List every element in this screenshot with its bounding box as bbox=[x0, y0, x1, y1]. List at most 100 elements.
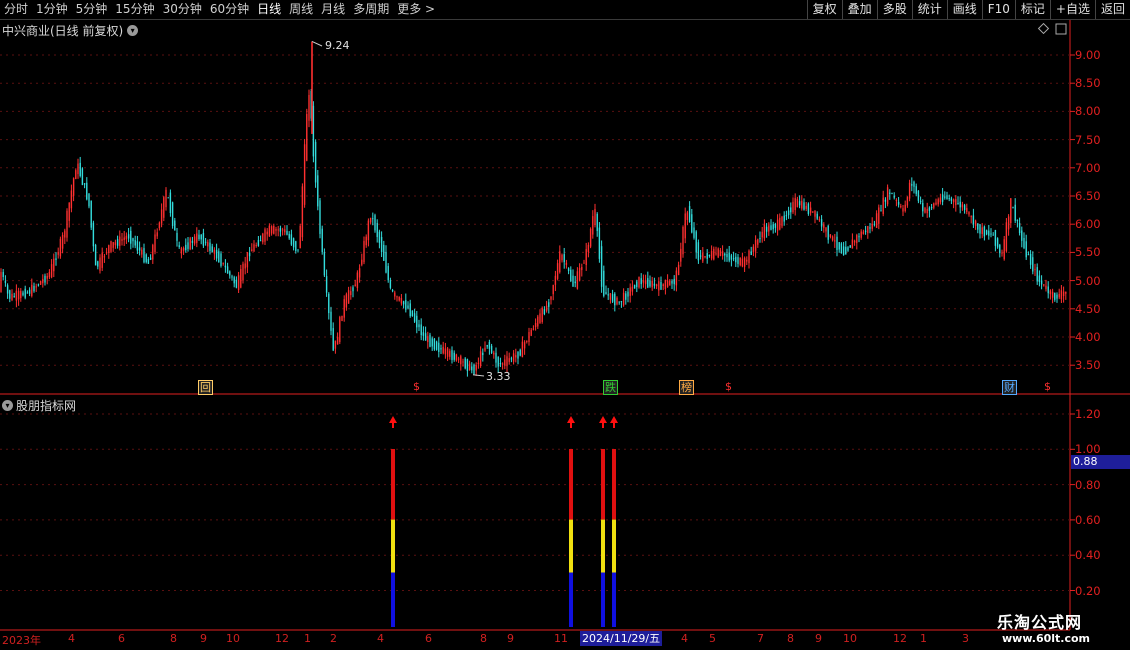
candle-body bbox=[92, 222, 95, 247]
candle-body bbox=[312, 105, 315, 157]
event-badge[interactable]: 回 bbox=[198, 380, 213, 395]
candle-body bbox=[541, 307, 543, 322]
year-label: 2023年 bbox=[2, 634, 41, 647]
candle-body bbox=[387, 266, 389, 281]
candle-body bbox=[218, 251, 220, 263]
candle-body bbox=[809, 207, 812, 213]
candle-body bbox=[374, 215, 376, 231]
candle-body bbox=[22, 292, 24, 296]
chevron-down-icon[interactable]: ▾ bbox=[2, 400, 13, 411]
candle-body bbox=[818, 219, 821, 221]
event-badge[interactable]: 跌 bbox=[603, 380, 618, 395]
candle-body bbox=[125, 235, 128, 240]
candle-body bbox=[130, 230, 132, 244]
candle-body bbox=[770, 225, 772, 230]
event-badge[interactable]: 财 bbox=[1002, 380, 1017, 395]
candle-body bbox=[1025, 241, 1027, 258]
candle-body bbox=[244, 263, 246, 269]
candle-body bbox=[581, 267, 583, 271]
candle-body bbox=[286, 230, 288, 235]
candle-body bbox=[565, 262, 568, 265]
candle-body bbox=[420, 324, 422, 336]
candle-body bbox=[935, 202, 937, 205]
candle-body bbox=[902, 208, 904, 212]
candle-body bbox=[653, 283, 656, 286]
candle-body bbox=[829, 234, 832, 238]
candle-body bbox=[453, 352, 455, 360]
candle-body bbox=[391, 290, 394, 292]
candle-body bbox=[893, 195, 895, 198]
candle-body bbox=[103, 256, 106, 258]
candle-body bbox=[94, 244, 97, 266]
candle-body bbox=[578, 267, 581, 281]
candle-body bbox=[341, 315, 343, 321]
candle-body bbox=[686, 212, 689, 220]
candle-body bbox=[944, 196, 946, 198]
candle-body bbox=[1012, 207, 1014, 209]
candle-body bbox=[141, 249, 143, 255]
candle-body bbox=[724, 253, 726, 256]
candle-body bbox=[189, 238, 191, 250]
candle-body bbox=[323, 251, 326, 276]
candle-body bbox=[570, 269, 572, 281]
candle-body bbox=[792, 201, 794, 213]
candle-body bbox=[242, 263, 244, 281]
candle-body bbox=[55, 258, 57, 260]
candle-body bbox=[774, 224, 777, 228]
candle-body bbox=[1018, 223, 1021, 234]
candle-body bbox=[985, 230, 988, 235]
candle-body bbox=[677, 264, 680, 276]
candle-body bbox=[466, 359, 469, 372]
candle-body bbox=[424, 333, 427, 341]
chevron-down-icon[interactable]: ▾ bbox=[127, 25, 139, 36]
candle-body bbox=[908, 182, 911, 199]
candle-body bbox=[647, 278, 649, 288]
candle-body bbox=[178, 245, 180, 248]
candle-body bbox=[369, 217, 372, 223]
candle-body bbox=[988, 230, 990, 236]
candle-body bbox=[259, 240, 262, 242]
candle-body bbox=[112, 242, 114, 248]
candle-body bbox=[1036, 267, 1038, 282]
candle-body bbox=[732, 258, 735, 260]
candle-body bbox=[356, 272, 359, 289]
candle-body bbox=[680, 248, 682, 262]
candle-body bbox=[152, 245, 154, 260]
price-tick: 4.00 bbox=[1075, 330, 1101, 344]
candle-body bbox=[1027, 254, 1030, 256]
candle-body bbox=[664, 279, 667, 289]
candle-body bbox=[589, 228, 592, 247]
candle-body bbox=[290, 234, 293, 245]
candle-body bbox=[823, 224, 825, 228]
candle-body bbox=[598, 227, 601, 259]
candle-body bbox=[319, 200, 321, 234]
candle-body bbox=[171, 202, 174, 226]
price-tick: 4.50 bbox=[1075, 301, 1101, 316]
candle-body bbox=[145, 254, 147, 263]
candle-body bbox=[427, 336, 429, 343]
candle-body bbox=[1047, 286, 1049, 294]
candle-body bbox=[807, 203, 810, 214]
candle-body bbox=[616, 297, 618, 305]
event-badge[interactable]: $ bbox=[1043, 380, 1052, 393]
candle-body bbox=[620, 301, 623, 303]
candle-body bbox=[508, 358, 510, 362]
candle-body bbox=[211, 246, 213, 253]
event-badge[interactable]: $ bbox=[412, 380, 421, 393]
kline-chart[interactable] bbox=[0, 0, 1130, 650]
candle-body bbox=[394, 292, 396, 297]
candle-body bbox=[952, 199, 955, 203]
event-badge[interactable]: 榜 bbox=[679, 380, 694, 395]
crosshair-date: 2024/11/29/五 bbox=[580, 631, 663, 646]
stock-title: 中兴商业(日线 前复权) bbox=[2, 24, 124, 38]
candle-body bbox=[160, 209, 163, 224]
candle-body bbox=[182, 248, 185, 251]
candle-body bbox=[488, 342, 491, 349]
price-tick: 7.00 bbox=[1075, 160, 1101, 175]
price-tick: 5.00 bbox=[1075, 273, 1101, 288]
candle-body bbox=[765, 226, 768, 232]
candle-body bbox=[196, 233, 198, 243]
event-badge[interactable]: $ bbox=[724, 380, 733, 393]
candle-body bbox=[741, 258, 744, 267]
candle-body bbox=[816, 213, 818, 219]
